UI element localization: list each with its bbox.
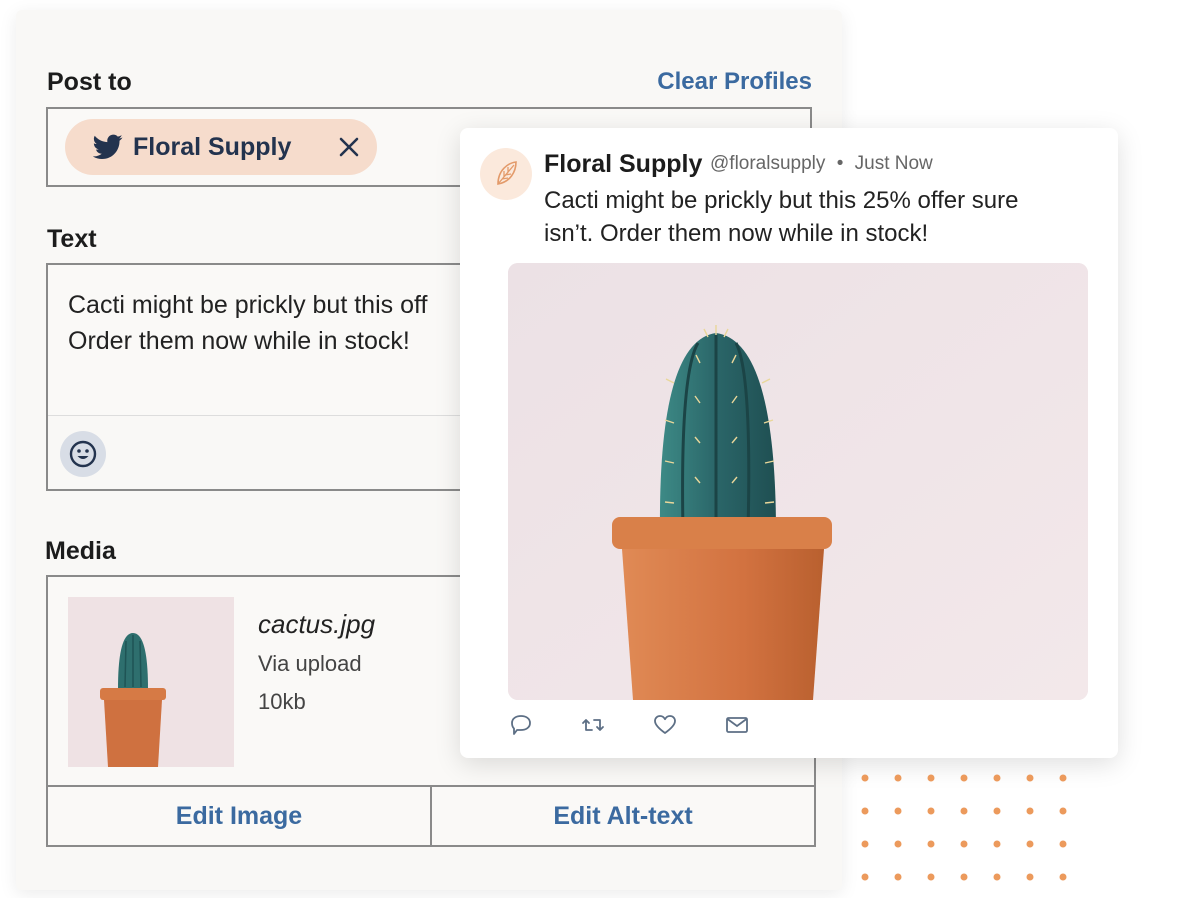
mail-icon[interactable]: [724, 712, 750, 738]
media-actions: Edit Image Edit Alt-text: [48, 785, 814, 845]
decorative-dot-grid: [861, 774, 1067, 881]
tweet-time: Just Now: [854, 153, 933, 174]
media-file-source: Via upload: [258, 651, 362, 676]
tweet-actions: [508, 712, 750, 738]
tweet-text: Cacti might be prickly but this 25% offe…: [544, 187, 1019, 247]
twitter-bird-icon: [93, 134, 123, 159]
media-label: Media: [45, 537, 116, 565]
cactus-thumbnail-image: [68, 597, 234, 767]
post-to-label: Post to: [47, 68, 132, 96]
tweet-preview: Floral Supply @floralsupply • Just Now C…: [460, 128, 1118, 758]
text-label: Text: [47, 225, 97, 253]
avatar: [480, 148, 532, 200]
tweet-meta: @floralsupply • Just Now: [710, 153, 933, 175]
profile-chip-label: Floral Supply: [133, 132, 292, 161]
cactus-photo-image: [508, 263, 1088, 700]
media-thumbnail[interactable]: [68, 597, 234, 767]
edit-alt-text-button[interactable]: Edit Alt-text: [430, 787, 814, 845]
smiley-icon: [69, 440, 97, 468]
media-file-name: cactus.jpg: [258, 609, 376, 639]
reply-icon[interactable]: [508, 712, 534, 738]
emoji-button[interactable]: [60, 431, 106, 477]
clear-profiles-link[interactable]: Clear Profiles: [657, 68, 812, 96]
profile-chip[interactable]: Floral Supply: [65, 119, 377, 175]
edit-image-button[interactable]: Edit Image: [48, 787, 430, 845]
tweet-image[interactable]: [508, 263, 1088, 700]
retweet-icon[interactable]: [580, 712, 606, 738]
leaf-logo-icon: [497, 161, 517, 185]
media-file-size: 10kb: [258, 689, 306, 714]
tweet-handle: @floralsupply: [710, 153, 826, 174]
close-icon[interactable]: [335, 133, 363, 161]
tweet-separator: •: [836, 153, 844, 174]
tweet-author-name: Floral Supply: [544, 150, 703, 178]
like-icon[interactable]: [652, 712, 678, 738]
